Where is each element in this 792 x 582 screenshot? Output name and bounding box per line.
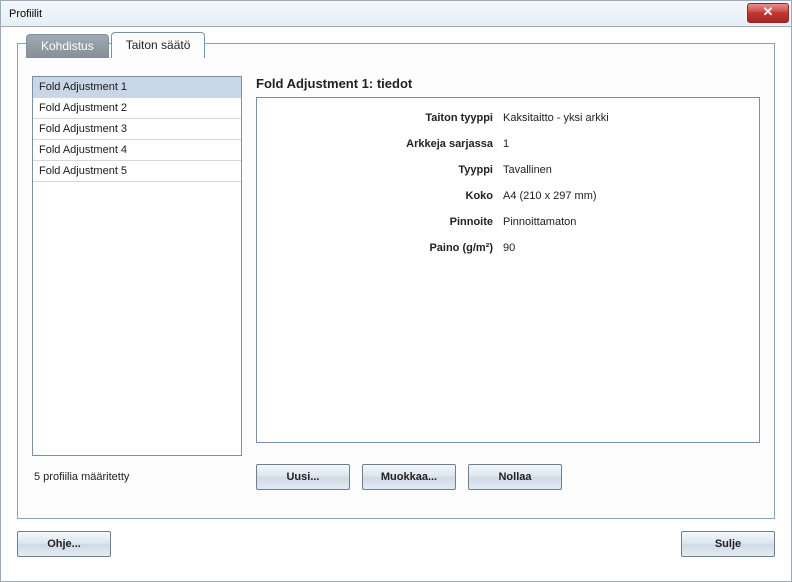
- close-icon: ✕: [763, 4, 774, 19]
- reset-button[interactable]: Nollaa: [468, 464, 562, 490]
- tab-kohdistus[interactable]: Kohdistus: [26, 34, 109, 58]
- reset-button-label: Nollaa: [498, 471, 531, 483]
- content-area: Kohdistus Taiton säätö Fold Adjustment 1…: [1, 27, 791, 531]
- below-row: 5 profiilia määritetty Uusi... Muokkaa..…: [32, 464, 760, 490]
- list-item[interactable]: Fold Adjustment 4: [33, 140, 241, 161]
- edit-button-label: Muokkaa...: [381, 471, 437, 483]
- detail-value: 1: [503, 138, 509, 150]
- detail-row: Tyyppi Tavallinen: [273, 164, 743, 176]
- list-item-label: Fold Adjustment 4: [39, 144, 127, 156]
- detail-row: Pinnoite Pinnoittamaton: [273, 216, 743, 228]
- window-title: Profiilit: [9, 8, 42, 20]
- detail-value: Pinnoittamaton: [503, 216, 576, 228]
- close-dialog-button-label: Sulje: [715, 538, 741, 550]
- detail-label: Taiton tyyppi: [273, 112, 503, 124]
- new-button[interactable]: Uusi...: [256, 464, 350, 490]
- profile-count: 5 profiilia määritetty: [32, 471, 256, 483]
- list-item[interactable]: Fold Adjustment 3: [33, 119, 241, 140]
- detail-row: Arkkeja sarjassa 1: [273, 138, 743, 150]
- detail-value: A4 (210 x 297 mm): [503, 190, 597, 202]
- tab-taiton-saato-label: Taiton säätö: [126, 38, 191, 52]
- detail-row: Paino (g/m²) 90: [273, 242, 743, 254]
- list-item-label: Fold Adjustment 5: [39, 165, 127, 177]
- new-button-label: Uusi...: [286, 471, 319, 483]
- detail-value: Tavallinen: [503, 164, 552, 176]
- detail-label: Tyyppi: [273, 164, 503, 176]
- window-close-button[interactable]: ✕: [747, 3, 789, 23]
- tab-taiton-saato[interactable]: Taiton säätö: [111, 32, 206, 58]
- list-item-label: Fold Adjustment 1: [39, 81, 127, 93]
- detail-label: Koko: [273, 190, 503, 202]
- close-dialog-button[interactable]: Sulje: [681, 531, 775, 557]
- edit-button[interactable]: Muokkaa...: [362, 464, 456, 490]
- titlebar: Profiilit ✕: [1, 1, 791, 27]
- main-panel: Kohdistus Taiton säätö Fold Adjustment 1…: [17, 43, 775, 519]
- list-item[interactable]: Fold Adjustment 2: [33, 98, 241, 119]
- list-item[interactable]: Fold Adjustment 5: [33, 161, 241, 182]
- detail-value: 90: [503, 242, 515, 254]
- detail-label: Pinnoite: [273, 216, 503, 228]
- detail-value: Kaksitaitto - yksi arkki: [503, 112, 609, 124]
- help-button-label: Ohje...: [47, 538, 81, 550]
- bottom-bar: Ohje... Sulje: [1, 531, 791, 571]
- tab-kohdistus-label: Kohdistus: [41, 39, 94, 53]
- detail-row: Koko A4 (210 x 297 mm): [273, 190, 743, 202]
- details-pane: Fold Adjustment 1: tiedot Taiton tyyppi …: [256, 76, 760, 456]
- list-item[interactable]: Fold Adjustment 1: [33, 77, 241, 98]
- list-item-label: Fold Adjustment 3: [39, 123, 127, 135]
- detail-label: Paino (g/m²): [273, 242, 503, 254]
- tabstrip: Kohdistus Taiton säätö: [26, 32, 207, 58]
- profile-listbox[interactable]: Fold Adjustment 1 Fold Adjustment 2 Fold…: [32, 76, 242, 456]
- details-title: Fold Adjustment 1: tiedot: [256, 76, 760, 91]
- list-item-label: Fold Adjustment 2: [39, 102, 127, 114]
- action-button-row: Uusi... Muokkaa... Nollaa: [256, 464, 562, 490]
- detail-row: Taiton tyyppi Kaksitaitto - yksi arkki: [273, 112, 743, 124]
- detail-label: Arkkeja sarjassa: [273, 138, 503, 150]
- help-button[interactable]: Ohje...: [17, 531, 111, 557]
- details-box: Taiton tyyppi Kaksitaitto - yksi arkki A…: [256, 97, 760, 443]
- panel-body: Fold Adjustment 1 Fold Adjustment 2 Fold…: [32, 76, 760, 456]
